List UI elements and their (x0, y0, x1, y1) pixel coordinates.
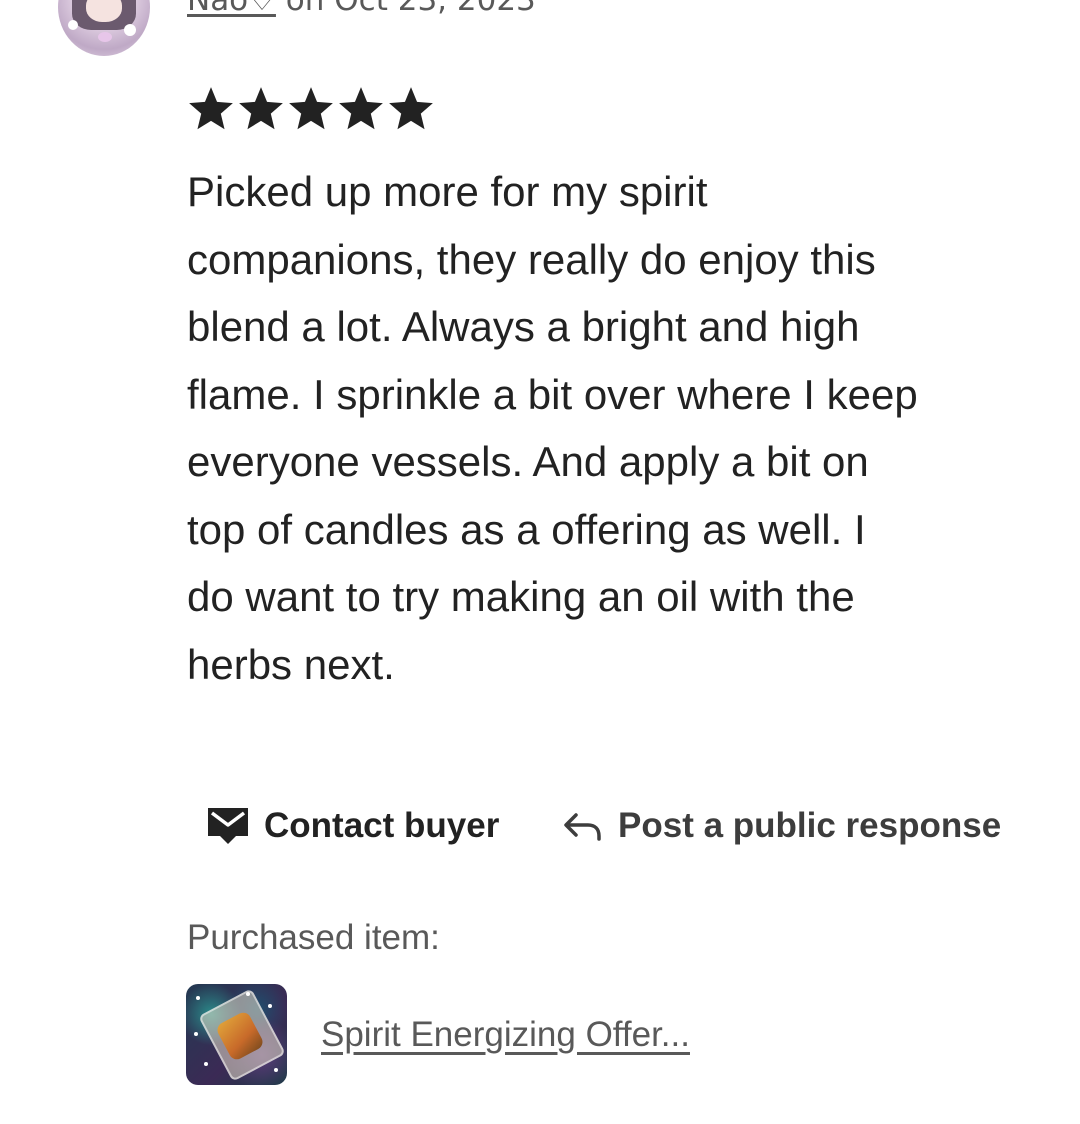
reviewer-name-link[interactable]: Nao♡ (187, 0, 276, 18)
contact-buyer-button[interactable]: Contact buyer (206, 806, 499, 846)
review-text: Picked up more for my spirit companions,… (187, 168, 918, 688)
purchased-item-link[interactable]: Spirit Energizing Offer... (321, 1015, 690, 1055)
star-icon (189, 87, 233, 130)
reviewer-avatar[interactable] (58, 0, 150, 56)
purchased-item: Spirit Energizing Offer... (186, 984, 690, 1085)
envelope-icon (208, 808, 248, 844)
purchased-item-thumbnail[interactable] (186, 984, 287, 1085)
star-icon (289, 87, 333, 130)
star-icon (389, 87, 433, 130)
post-public-response-label: Post a public response (618, 806, 1002, 845)
reply-arrow-icon (564, 813, 601, 841)
post-public-response-button[interactable]: Post a public response (562, 806, 1001, 846)
review-actions: Contact buyer Post a public response (0, 806, 1080, 858)
star-icon (339, 87, 383, 130)
contact-buyer-label: Contact buyer (264, 806, 500, 845)
review-byline: Nao♡ on Oct 23, 2023 (187, 0, 536, 18)
star-rating (186, 84, 436, 134)
star-icon (239, 87, 283, 130)
review-date: on Oct 23, 2023 (275, 0, 536, 18)
purchased-item-label: Purchased item: (187, 918, 440, 957)
